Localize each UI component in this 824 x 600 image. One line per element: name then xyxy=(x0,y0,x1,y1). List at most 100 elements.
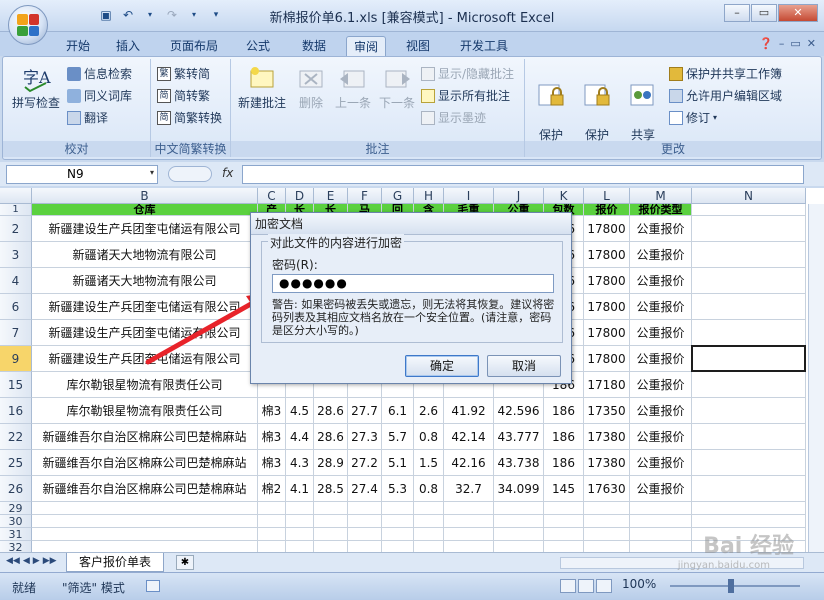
first-sheet-icon[interactable]: ◀◀ xyxy=(6,556,20,566)
table-cell[interactable] xyxy=(314,502,348,515)
table-cell[interactable]: 4.1 xyxy=(286,476,314,502)
table-cell[interactable] xyxy=(494,515,544,528)
row-header[interactable]: 3 xyxy=(0,242,32,268)
column-header-f[interactable]: F xyxy=(348,188,382,204)
table-cell[interactable]: 公重报价 xyxy=(630,216,692,242)
filter-header-cell[interactable]: 报价 xyxy=(584,204,630,216)
column-header-b[interactable]: B xyxy=(32,188,258,204)
delete-comment-button[interactable]: 删除 xyxy=(293,65,329,111)
restore-workbook-icon[interactable]: ▭ xyxy=(790,37,800,50)
insert-sheet-icon[interactable]: ✱ xyxy=(176,555,194,570)
previous-comment-button[interactable]: 上一条 xyxy=(331,65,375,111)
name-box[interactable]: N9 xyxy=(6,165,158,184)
new-comment-button[interactable]: 新建批注 xyxy=(235,65,289,111)
column-header-i[interactable]: I xyxy=(444,188,494,204)
row-header[interactable]: 30 xyxy=(0,515,32,528)
close-button[interactable]: ✕ xyxy=(778,4,818,22)
table-cell[interactable] xyxy=(32,515,258,528)
prev-sheet-icon[interactable]: ◀ xyxy=(23,556,30,566)
filter-header-cell[interactable]: 报价类型 xyxy=(630,204,692,216)
tab-data[interactable]: 数据 xyxy=(294,36,334,56)
table-cell[interactable] xyxy=(382,528,414,541)
table-cell[interactable]: 库尔勒银星物流有限责任公司 xyxy=(32,398,258,424)
table-cell[interactable] xyxy=(692,216,806,242)
column-header-n[interactable]: N xyxy=(692,188,806,204)
row-header[interactable]: 25 xyxy=(0,450,32,476)
table-cell[interactable] xyxy=(692,515,806,528)
table-cell[interactable]: 27.3 xyxy=(348,424,382,450)
row-header[interactable]: 4 xyxy=(0,268,32,294)
table-cell[interactable]: 公重报价 xyxy=(630,242,692,268)
table-cell[interactable]: 43.777 xyxy=(494,424,544,450)
table-cell[interactable]: 库尔勒银星物流有限责任公司 xyxy=(32,372,258,398)
table-cell[interactable]: 186 xyxy=(544,424,584,450)
table-cell[interactable]: 4.4 xyxy=(286,424,314,450)
track-changes-button[interactable]: 修订 ▾ xyxy=(669,109,717,127)
table-cell[interactable] xyxy=(544,502,584,515)
table-cell[interactable] xyxy=(348,502,382,515)
table-cell[interactable]: 棉2 xyxy=(258,476,286,502)
row-header[interactable]: 29 xyxy=(0,502,32,515)
tab-page-layout[interactable]: 页面布局 xyxy=(162,36,226,56)
table-cell[interactable]: 5.1 xyxy=(382,450,414,476)
formula-expand-icon[interactable] xyxy=(168,166,212,182)
table-cell[interactable]: 公重报价 xyxy=(630,320,692,346)
table-cell[interactable] xyxy=(692,320,806,346)
table-cell[interactable]: 28.6 xyxy=(314,398,348,424)
table-cell[interactable] xyxy=(258,515,286,528)
column-header-m[interactable]: M xyxy=(630,188,692,204)
row-header[interactable]: 16 xyxy=(0,398,32,424)
table-cell[interactable] xyxy=(414,528,444,541)
table-cell[interactable] xyxy=(584,528,630,541)
select-all-corner[interactable] xyxy=(0,188,32,204)
table-cell[interactable]: 28.9 xyxy=(314,450,348,476)
table-cell[interactable]: 4.3 xyxy=(286,450,314,476)
table-cell[interactable]: 棉3 xyxy=(258,424,286,450)
table-cell[interactable]: 公重报价 xyxy=(630,372,692,398)
research-button[interactable]: 信息检索 xyxy=(67,65,132,83)
row-header[interactable]: 6 xyxy=(0,294,32,320)
table-cell[interactable]: 5.3 xyxy=(382,476,414,502)
table-cell[interactable]: 公重报价 xyxy=(630,346,692,372)
thesaurus-button[interactable]: 同义词库 xyxy=(67,87,132,105)
zoom-slider-thumb[interactable] xyxy=(728,579,734,593)
table-cell[interactable] xyxy=(314,515,348,528)
protect-share-button[interactable]: 保护并共享工作簿 xyxy=(669,65,782,83)
office-button[interactable] xyxy=(8,5,48,45)
insert-function-icon[interactable]: fx xyxy=(222,166,233,180)
table-cell[interactable] xyxy=(692,476,806,502)
table-cell[interactable] xyxy=(32,502,258,515)
tab-view[interactable]: 视图 xyxy=(398,36,438,56)
table-cell[interactable] xyxy=(258,502,286,515)
table-cell[interactable]: 186 xyxy=(544,450,584,476)
filter-header-cell[interactable]: 仓库 xyxy=(32,204,258,216)
table-cell[interactable] xyxy=(258,528,286,541)
macro-record-icon[interactable] xyxy=(146,580,160,592)
table-cell[interactable]: 公重报价 xyxy=(630,424,692,450)
table-cell[interactable]: 17800 xyxy=(584,346,630,372)
table-cell[interactable] xyxy=(544,528,584,541)
table-cell[interactable] xyxy=(414,502,444,515)
table-cell[interactable] xyxy=(444,502,494,515)
table-cell[interactable] xyxy=(692,424,806,450)
column-header-e[interactable]: E xyxy=(314,188,348,204)
table-cell[interactable] xyxy=(692,372,806,398)
ok-button[interactable]: 确定 xyxy=(405,355,479,377)
column-header-j[interactable]: J xyxy=(494,188,544,204)
zoom-level[interactable]: 100% xyxy=(622,577,656,591)
table-cell[interactable]: 公重报价 xyxy=(630,476,692,502)
table-cell[interactable]: 5.7 xyxy=(382,424,414,450)
table-cell[interactable] xyxy=(494,528,544,541)
table-cell[interactable]: 28.6 xyxy=(314,424,348,450)
table-cell[interactable]: 27.4 xyxy=(348,476,382,502)
table-cell[interactable]: 27.7 xyxy=(348,398,382,424)
table-cell[interactable]: 棉3 xyxy=(258,450,286,476)
table-cell[interactable]: 17350 xyxy=(584,398,630,424)
table-cell[interactable]: 新疆维吾尔自治区棉麻公司巴楚棉麻站 xyxy=(32,476,258,502)
table-cell[interactable]: 6.1 xyxy=(382,398,414,424)
column-header-l[interactable]: L xyxy=(584,188,630,204)
table-cell[interactable] xyxy=(348,515,382,528)
table-cell[interactable] xyxy=(544,515,584,528)
table-cell[interactable]: 0.8 xyxy=(414,476,444,502)
table-cell[interactable]: 17380 xyxy=(584,424,630,450)
